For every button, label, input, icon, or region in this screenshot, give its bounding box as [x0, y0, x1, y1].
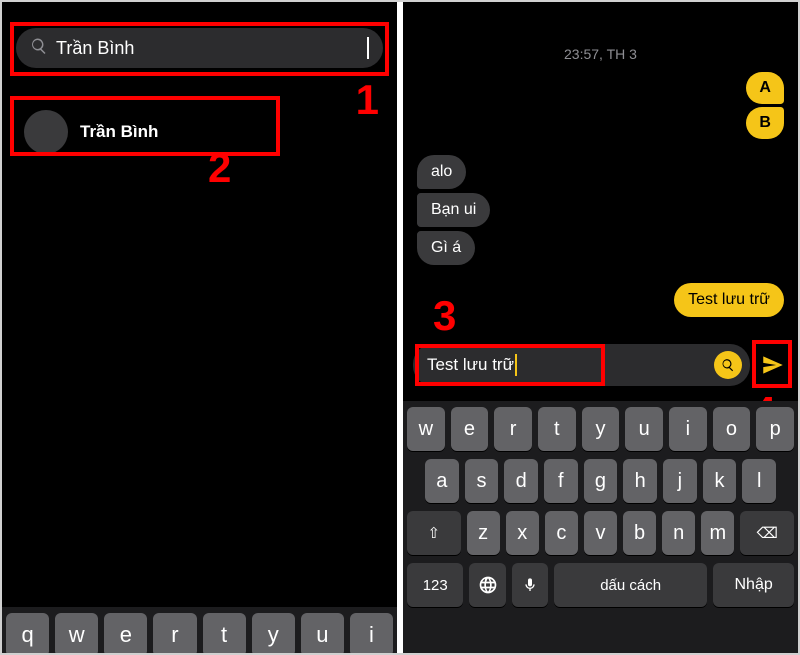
search-icon: [30, 37, 48, 60]
message-received[interactable]: Bạn ui: [417, 193, 490, 227]
compose-row: Test lưu trữ: [403, 344, 798, 386]
keyboard: wertyuiop asdfghjkl ⇧ zxcvbnm ⌫ 123 dấu …: [403, 401, 798, 653]
keyboard-partial-left: qwertyui: [2, 607, 397, 653]
message-sent[interactable]: B: [746, 107, 784, 139]
key-m[interactable]: m: [701, 511, 734, 555]
key-symbols[interactable]: 123: [407, 563, 463, 607]
chat-area: A B alo Bạn ui Gì á Test lưu trữ: [403, 62, 798, 337]
key-y[interactable]: y: [252, 613, 295, 653]
search-input[interactable]: [56, 38, 359, 59]
key-mic[interactable]: [512, 563, 548, 607]
key-c[interactable]: c: [545, 511, 578, 555]
key-b[interactable]: b: [623, 511, 656, 555]
compose-text: Test lưu trữ: [427, 355, 514, 375]
key-i[interactable]: i: [669, 407, 707, 451]
search-result-row[interactable]: Trần Bình: [16, 98, 383, 166]
key-w[interactable]: w: [55, 613, 98, 653]
send-button[interactable]: [758, 352, 788, 378]
message-received[interactable]: Gì á: [417, 231, 475, 265]
annotation-number-1: 1: [356, 76, 379, 124]
key-s[interactable]: s: [465, 459, 499, 503]
key-v[interactable]: v: [584, 511, 617, 555]
left-panel: Trần Bình 1 2 qwertyui: [2, 2, 397, 653]
key-g[interactable]: g: [584, 459, 618, 503]
key-shift[interactable]: ⇧: [407, 511, 461, 555]
result-name: Trần Bình: [80, 122, 158, 142]
key-o[interactable]: o: [713, 407, 751, 451]
annotation-number-3: 3: [433, 292, 456, 340]
message-sent[interactable]: Test lưu trữ: [674, 283, 784, 317]
key-backspace[interactable]: ⌫: [740, 511, 794, 555]
chat-timestamp: 23:57, TH 3: [403, 46, 798, 62]
key-i[interactable]: i: [350, 613, 393, 653]
key-e[interactable]: e: [104, 613, 147, 653]
text-cursor: [367, 37, 369, 59]
key-t[interactable]: t: [538, 407, 576, 451]
key-z[interactable]: z: [467, 511, 500, 555]
search-bar[interactable]: [16, 28, 383, 68]
key-globe[interactable]: [469, 563, 505, 607]
key-u[interactable]: u: [301, 613, 344, 653]
key-f[interactable]: f: [544, 459, 578, 503]
key-w[interactable]: w: [407, 407, 445, 451]
key-l[interactable]: l: [742, 459, 776, 503]
right-panel: 23:57, TH 3 A B alo Bạn ui Gì á Test lưu…: [403, 2, 798, 653]
key-e[interactable]: e: [451, 407, 489, 451]
key-d[interactable]: d: [504, 459, 538, 503]
key-n[interactable]: n: [662, 511, 695, 555]
key-k[interactable]: k: [703, 459, 737, 503]
annotation-number-2: 2: [208, 144, 231, 192]
key-r[interactable]: r: [153, 613, 196, 653]
key-y[interactable]: y: [582, 407, 620, 451]
text-cursor: [515, 354, 517, 376]
key-u[interactable]: u: [625, 407, 663, 451]
key-r[interactable]: r: [494, 407, 532, 451]
key-h[interactable]: h: [623, 459, 657, 503]
key-space[interactable]: dấu cách: [554, 563, 707, 607]
key-enter[interactable]: Nhập: [713, 563, 794, 607]
key-x[interactable]: x: [506, 511, 539, 555]
compose-field[interactable]: Test lưu trữ: [413, 344, 750, 386]
key-q[interactable]: q: [6, 613, 49, 653]
key-t[interactable]: t: [203, 613, 246, 653]
key-p[interactable]: p: [756, 407, 794, 451]
key-a[interactable]: a: [425, 459, 459, 503]
message-received[interactable]: alo: [417, 155, 466, 189]
compose-search-button[interactable]: [714, 351, 742, 379]
avatar: [24, 110, 68, 154]
message-sent[interactable]: A: [746, 72, 784, 104]
key-j[interactable]: j: [663, 459, 697, 503]
